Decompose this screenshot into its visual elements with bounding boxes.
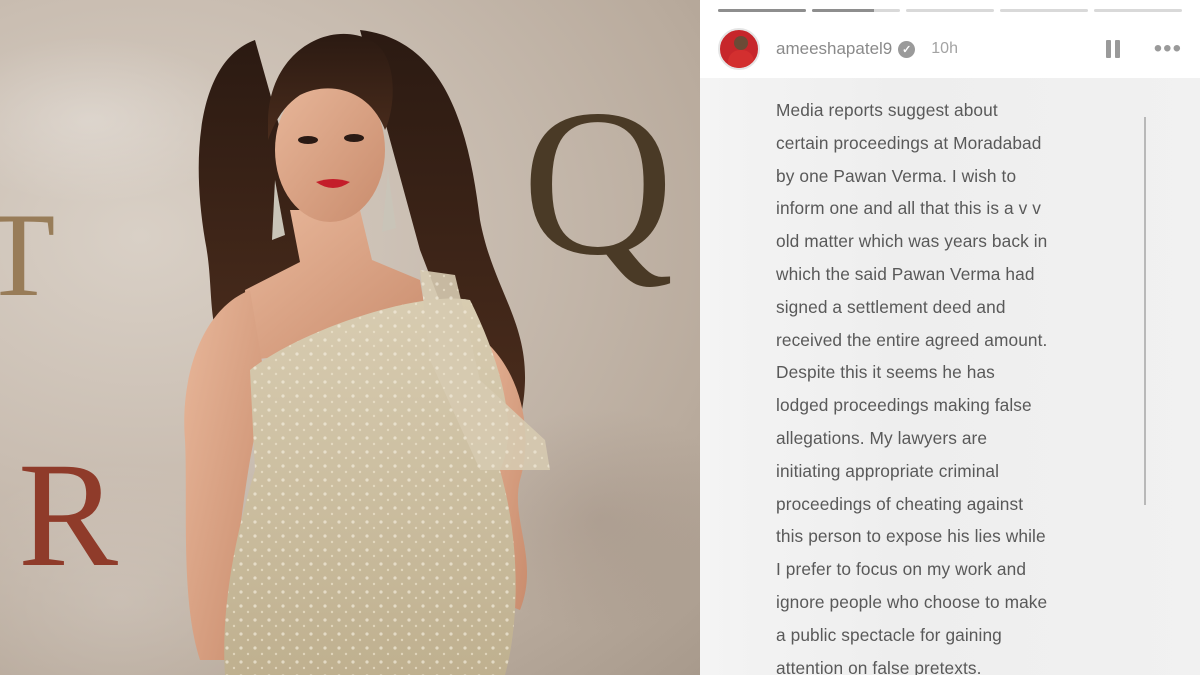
statement-line: attention on false pretexts.: [776, 657, 982, 675]
progress-segment: [1094, 9, 1182, 12]
statement-line: Despite this it seems he has: [776, 362, 995, 383]
story-content: Media reports suggest about certain proce…: [700, 78, 1200, 675]
avatar[interactable]: [718, 28, 760, 70]
statement-line: allegations. My lawyers are: [776, 427, 988, 448]
instagram-story: ameeshapatel9 ✓ 10h ••• Media reports su…: [700, 0, 1200, 675]
story-header: ameeshapatel9 ✓ 10h •••: [718, 28, 1182, 70]
statement-line: proceedings of cheating against: [776, 493, 1024, 514]
statement-line: inform one and all that this is a v v: [776, 198, 1041, 219]
statement-line: received the entire agreed amount.: [776, 329, 1048, 350]
statement-line: initiating appropriate criminal: [776, 460, 1000, 481]
statement-line: this person to expose his lies while: [776, 526, 1046, 547]
statement-line: I prefer to focus on my work and: [776, 559, 1027, 580]
progress-segment: [718, 9, 806, 12]
pause-icon[interactable]: [1105, 39, 1126, 59]
statement-line: ignore people who choose to make: [776, 591, 1048, 612]
statement-line: old matter which was years back in: [776, 231, 1048, 252]
post-time: 10h: [931, 40, 958, 57]
earring-right: [382, 172, 396, 232]
statement-line: by one Pawan Verma. I wish to: [776, 165, 1017, 186]
progress-segment: [906, 9, 994, 12]
progress-segment: [812, 9, 900, 12]
progress-segment: [1000, 9, 1088, 12]
statement-line: Media reports suggest about: [776, 100, 998, 120]
woman-in-saree-figure: [184, 30, 550, 675]
statement-line: a public spectacle for gaining: [776, 624, 1002, 645]
event-photo: Q T R A: [0, 0, 700, 675]
statement-line: which the said Pawan Verma had: [776, 263, 1035, 284]
statement-line: certain proceedings at Moradabad: [776, 132, 1042, 153]
username[interactable]: ameeshapatel9: [776, 39, 892, 59]
story-progress-bar: [718, 9, 1182, 12]
more-options-icon[interactable]: •••: [1154, 37, 1182, 61]
statement-line: lodged proceedings making false: [776, 395, 1032, 416]
statement-text: Media reports suggest about certain proce…: [776, 94, 1148, 675]
text-scroll-indicator: [1144, 117, 1146, 505]
verified-check-icon: ✓: [898, 40, 916, 58]
statement-line: signed a settlement deed and: [776, 296, 1006, 317]
